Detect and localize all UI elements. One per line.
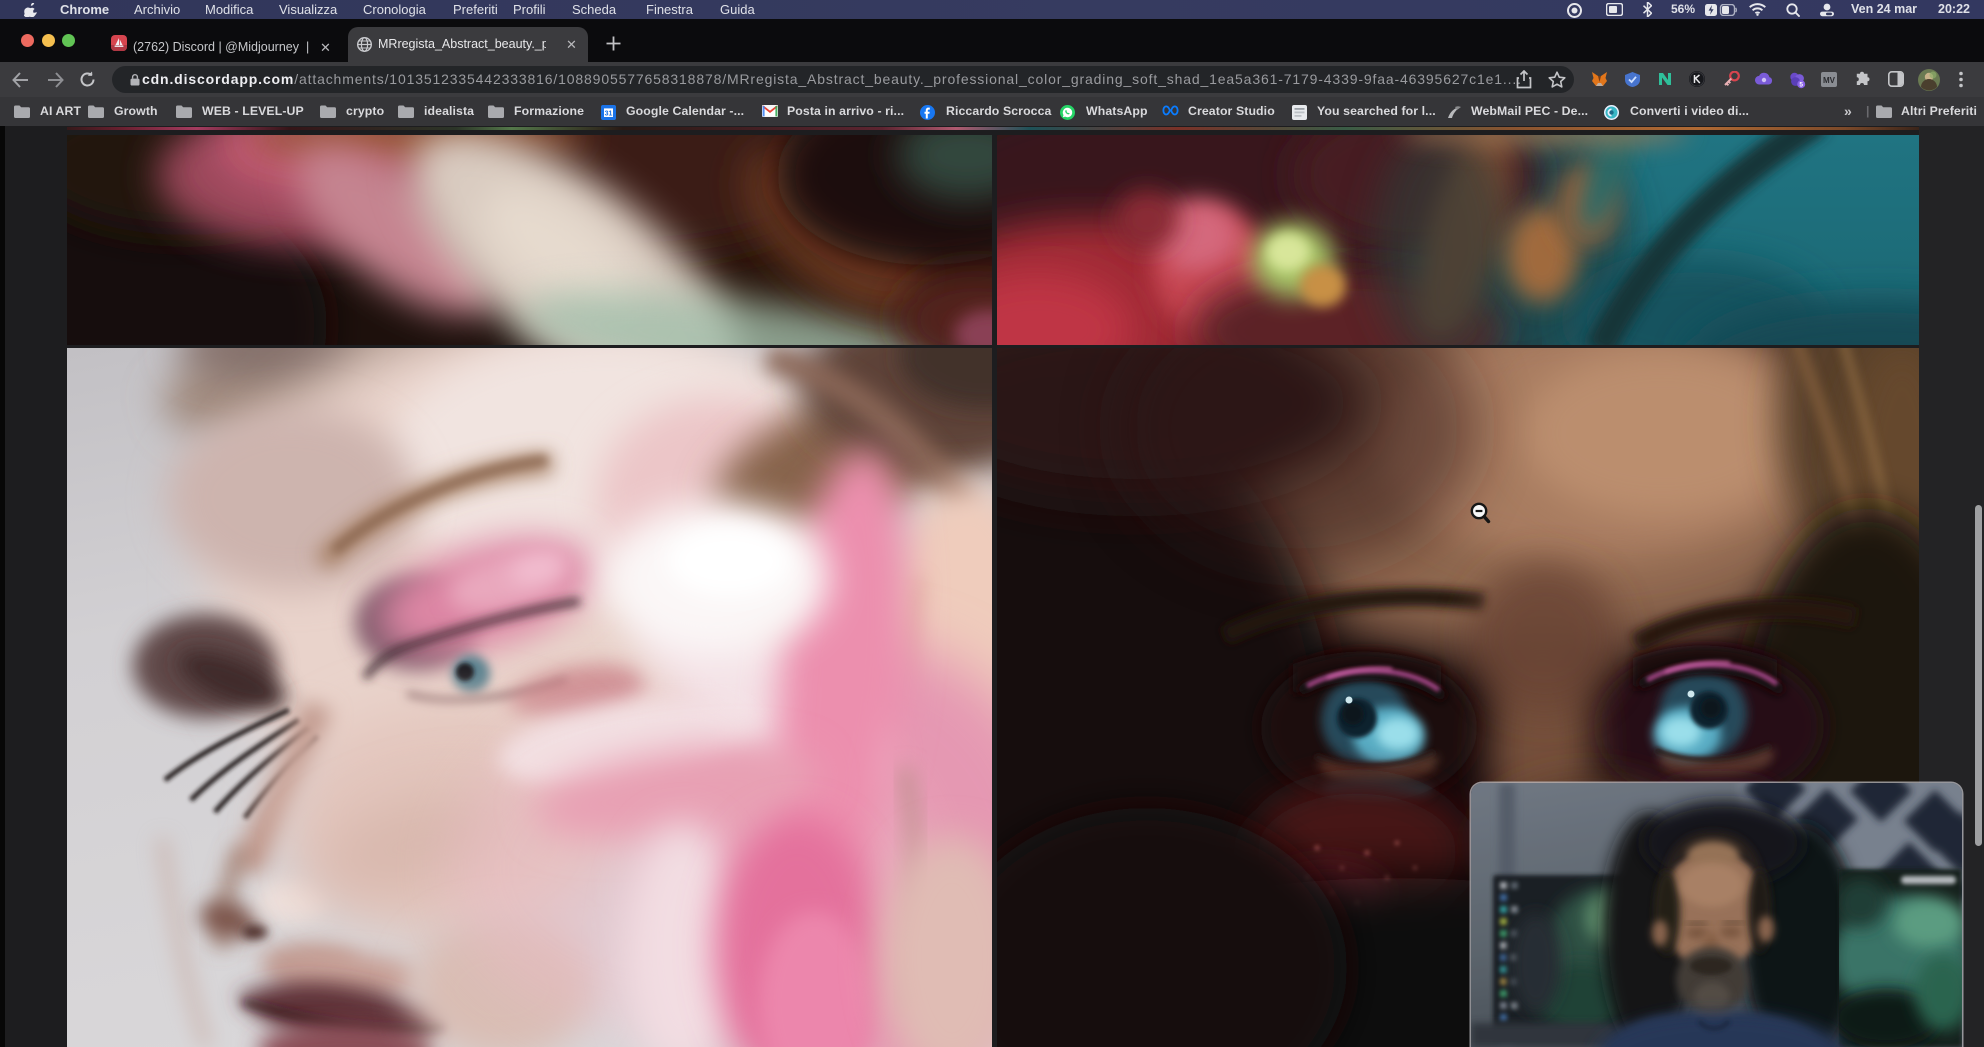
svg-text:5: 5: [1799, 82, 1803, 89]
svg-text:MV: MV: [1823, 76, 1836, 85]
svg-text:31: 31: [605, 111, 613, 118]
